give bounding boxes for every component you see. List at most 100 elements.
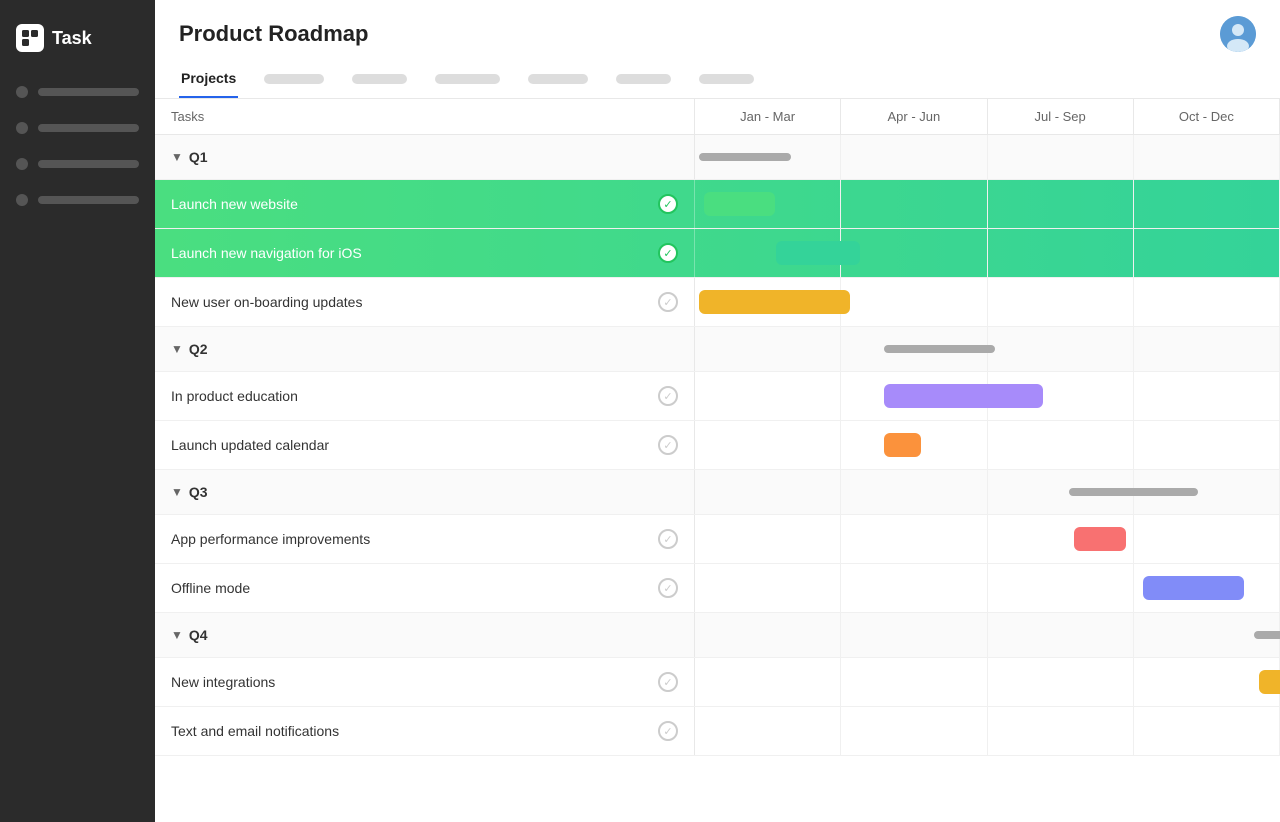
- gantt-bar[interactable]: [776, 241, 859, 265]
- group-label: ▼Q3: [171, 484, 208, 500]
- gantt-bar[interactable]: [884, 384, 1043, 408]
- group-row-Q2[interactable]: ▼Q2: [155, 327, 1280, 372]
- task-row-5[interactable]: In product education ✓: [155, 372, 1280, 421]
- chevron-icon: ▼: [171, 150, 183, 164]
- task-row-3[interactable]: New user on-boarding updates✓: [155, 278, 1280, 327]
- tab-pill-6: [616, 74, 671, 84]
- quarter-bg-2: [988, 135, 1134, 179]
- quarter-bg-0: [695, 515, 841, 563]
- header-top: Product Roadmap: [179, 16, 1256, 52]
- task-cell: Launch new navigation for iOS✓: [155, 229, 695, 277]
- quarter-backgrounds: [695, 421, 1280, 469]
- sidebar-label-3: [38, 160, 139, 168]
- tab-pill-7: [699, 74, 754, 84]
- task-row-1[interactable]: Launch new website✓: [155, 180, 1280, 229]
- sidebar-item-4[interactable]: [0, 184, 155, 216]
- sidebar-dot-4: [16, 194, 28, 206]
- tab-5[interactable]: [526, 64, 590, 98]
- group-name: Q1: [189, 149, 208, 165]
- check-icon[interactable]: ✓: [658, 243, 678, 263]
- check-icon[interactable]: ✓: [658, 578, 678, 598]
- task-row-2[interactable]: Launch new navigation for iOS✓: [155, 229, 1280, 278]
- quarter-bg-3: [1134, 135, 1280, 179]
- check-icon[interactable]: ✓: [658, 292, 678, 312]
- gantt-bar[interactable]: [699, 290, 851, 314]
- check-icon[interactable]: ✓: [658, 194, 678, 214]
- check-icon[interactable]: ✓: [658, 435, 678, 455]
- tabs: Projects: [179, 64, 1256, 98]
- sidebar-item-1[interactable]: [0, 76, 155, 108]
- tab-4[interactable]: [433, 64, 502, 98]
- task-row-9[interactable]: Offline mode ✓: [155, 564, 1280, 613]
- q2-header: Apr - Jun: [841, 99, 987, 134]
- quarter-bg-2: [988, 278, 1134, 326]
- sidebar-item-3[interactable]: [0, 148, 155, 180]
- tab-3[interactable]: [350, 64, 409, 98]
- gantt-bar[interactable]: [1254, 631, 1280, 639]
- task-row-6[interactable]: Launch updated calendar✓: [155, 421, 1280, 470]
- quarter-bg-1: [841, 658, 987, 706]
- group-row-Q3[interactable]: ▼Q3: [155, 470, 1280, 515]
- quarter-bg-0: [695, 613, 841, 657]
- check-icon[interactable]: ✓: [658, 672, 678, 692]
- gantt-bar[interactable]: [1259, 670, 1280, 694]
- task-cell: In product education ✓: [155, 372, 695, 420]
- tab-7[interactable]: [697, 64, 756, 98]
- main-content: Product Roadmap Projects Tasks Jan: [155, 0, 1280, 822]
- quarter-bg-1: [841, 613, 987, 657]
- tab-pill-3: [352, 74, 407, 84]
- gantt-bar[interactable]: [884, 433, 921, 457]
- avatar[interactable]: [1220, 16, 1256, 52]
- tab-pill-2: [264, 74, 324, 84]
- quarter-backgrounds: [695, 658, 1280, 706]
- task-name: App performance improvements: [171, 531, 650, 547]
- tab-2[interactable]: [262, 64, 326, 98]
- group-row-Q1[interactable]: ▼ Q1: [155, 135, 1280, 180]
- gantt-bars: [695, 613, 1280, 657]
- app-name: Task: [52, 28, 92, 49]
- check-icon[interactable]: ✓: [658, 529, 678, 549]
- gantt-bar[interactable]: [699, 153, 792, 161]
- quarter-bg-0: [695, 421, 841, 469]
- gantt-bar[interactable]: [884, 345, 995, 353]
- gantt-bars: [695, 421, 1280, 469]
- task-row-8[interactable]: App performance improvements ✓: [155, 515, 1280, 564]
- task-cell: Launch updated calendar✓: [155, 421, 695, 469]
- app-logo[interactable]: Task: [0, 16, 155, 72]
- task-name: New integrations: [171, 674, 650, 690]
- gantt-bar[interactable]: [704, 192, 774, 216]
- gantt-bar[interactable]: [1143, 576, 1245, 600]
- gantt-bars: [695, 564, 1280, 612]
- chevron-icon: ▼: [171, 342, 183, 356]
- check-icon[interactable]: ✓: [658, 721, 678, 741]
- quarter-bg-2: [988, 707, 1134, 755]
- task-cell: ▼ Q1: [155, 135, 695, 179]
- task-cell: ▼Q4: [155, 613, 695, 657]
- group-label: ▼Q4: [171, 627, 208, 643]
- task-row-11[interactable]: New integrations ✓: [155, 658, 1280, 707]
- quarter-bg-2: [988, 180, 1134, 228]
- quarter-bg-1: [841, 470, 987, 514]
- gantt-bars: [695, 372, 1280, 420]
- group-row-Q4[interactable]: ▼Q4: [155, 613, 1280, 658]
- check-icon[interactable]: ✓: [658, 386, 678, 406]
- quarter-bg-1: [841, 707, 987, 755]
- tab-projects[interactable]: Projects: [179, 64, 238, 98]
- chevron-icon: ▼: [171, 485, 183, 499]
- q3-header: Jul - Sep: [988, 99, 1134, 134]
- task-row-12[interactable]: Text and email notifications✓: [155, 707, 1280, 756]
- tab-6[interactable]: [614, 64, 673, 98]
- quarter-bg-3: [1134, 515, 1280, 563]
- quarter-bg-2: [988, 327, 1134, 371]
- header: Product Roadmap Projects: [155, 0, 1280, 99]
- gantt-bar[interactable]: [1069, 488, 1199, 496]
- chevron-icon: ▼: [171, 628, 183, 642]
- task-cell: ▼Q3: [155, 470, 695, 514]
- gantt-bars: [695, 135, 1280, 179]
- gantt-header: Tasks Jan - Mar Apr - Jun Jul - Sep Oct …: [155, 99, 1280, 135]
- gantt-bar[interactable]: [1074, 527, 1126, 551]
- task-name: In product education: [171, 388, 650, 404]
- sidebar-item-2[interactable]: [0, 112, 155, 144]
- quarter-bg-3: [1134, 278, 1280, 326]
- task-name: Offline mode: [171, 580, 650, 596]
